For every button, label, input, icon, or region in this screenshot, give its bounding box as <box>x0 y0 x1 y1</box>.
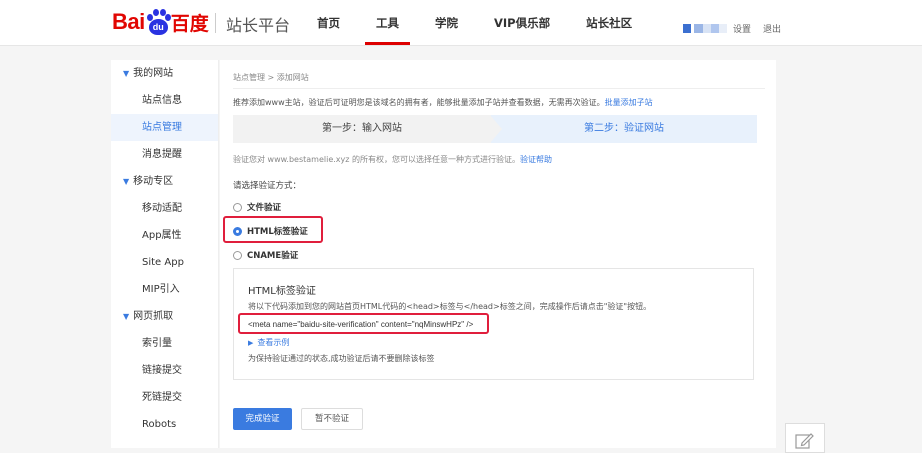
triangle-down-icon: ▼ <box>123 312 130 321</box>
radio-circle <box>233 202 242 212</box>
html-tag-box: HTML标签验证 将以下代码添加到您的网站首页HTML代码的<head>标签与<… <box>233 268 754 380</box>
intro-text: 推荐添加www主站，验证后可证明您是该域名的拥有者，能够批量添加子站并查看数据，… <box>233 98 653 107</box>
logo-bai: Bai <box>112 9 145 34</box>
triangle-down-icon: ▼ <box>123 177 130 186</box>
sidebar-item-index[interactable]: 索引量 <box>111 330 218 357</box>
logo-du: du <box>152 22 164 32</box>
user-area: 设置 退出 <box>683 22 793 35</box>
sidebar-group-crawl[interactable]: ▼ 网页抓取 <box>111 303 218 330</box>
logo-cn: 百度 <box>170 12 209 35</box>
sidebar-item-site-info[interactable]: 站点信息 <box>111 87 218 114</box>
verification-meta-code[interactable]: <meta name="baidu-site-verification" con… <box>248 320 473 329</box>
feedback-button[interactable] <box>785 423 825 453</box>
nav-home[interactable]: 首页 <box>306 0 351 46</box>
nav-community[interactable]: 站长社区 <box>575 0 643 46</box>
verify-note: 验证您对 www.bestamelie.xyz 的所有权，您可以选择任意一种方式… <box>233 155 553 164</box>
nav-tools[interactable]: 工具 <box>365 0 410 46</box>
sidebar-item-site-app[interactable]: Site App <box>111 249 218 276</box>
divider <box>233 88 765 89</box>
step-verify-site: 第二步：验证网站 <box>490 115 757 143</box>
sidebar-group-mobile[interactable]: ▼ 移动专区 <box>111 168 218 195</box>
top-bar: Bai du 百度 站长平台 首页 工具 学院 VIP俱乐部 站长社区 设置 退… <box>0 0 922 46</box>
radio-circle <box>233 250 242 260</box>
batch-add-link[interactable]: 批量添加子站 <box>605 98 653 107</box>
main-nav: 首页 工具 学院 VIP俱乐部 站长社区 <box>306 0 657 46</box>
breadcrumb: 站点管理 > 添加网站 <box>233 73 309 82</box>
radio-file-verify[interactable]: 文件验证 <box>233 201 281 213</box>
triangle-down-icon: ▼ <box>123 69 130 78</box>
main-panel: 站点管理 > 添加网站 推荐添加www主站，验证后可证明您是该域名的拥有者，能够… <box>220 60 776 448</box>
settings-link[interactable]: 设置 <box>733 22 751 35</box>
radio-circle-selected <box>233 226 242 236</box>
paw-icon: du <box>146 8 171 36</box>
sidebar-item-app-props[interactable]: App属性 <box>111 222 218 249</box>
complete-verify-button[interactable]: 完成验证 <box>233 408 292 430</box>
sidebar-item-mobile-adapt[interactable]: 移动适配 <box>111 195 218 222</box>
sidebar: ▼ 我的网站 站点信息 站点管理 消息提醒 ▼ 移动专区 移动适配 App属性 Si… <box>111 60 219 448</box>
logo-divider <box>215 13 216 33</box>
sidebar-item-link-submit[interactable]: 链接提交 <box>111 357 218 384</box>
sidebar-item-mip[interactable]: MIP引入 <box>111 276 218 303</box>
logout-link[interactable]: 退出 <box>763 22 781 35</box>
nav-academy[interactable]: 学院 <box>424 0 469 46</box>
nav-vip[interactable]: VIP俱乐部 <box>483 0 561 46</box>
box-description: 将以下代码添加到您的网站首页HTML代码的<head>标签与</head>标签之… <box>248 302 652 311</box>
sidebar-item-messages[interactable]: 消息提醒 <box>111 141 218 168</box>
triangle-right-icon: ▶ <box>248 339 254 347</box>
platform-title: 站长平台 <box>226 16 291 35</box>
radio-html-tag-verify[interactable]: HTML标签验证 <box>233 225 308 237</box>
choose-method-label: 请选择验证方式： <box>233 181 302 191</box>
step-input-site: 第一步：输入网站 <box>233 115 491 143</box>
radio-cname-verify[interactable]: CNAME验证 <box>233 249 298 261</box>
sidebar-item-deadlink[interactable]: 死链提交 <box>111 384 218 411</box>
steps-bar: 第一步：输入网站 第二步：验证网站 <box>233 115 757 143</box>
sidebar-item-site-manage[interactable]: 站点管理 <box>111 114 218 141</box>
sidebar-item-robots[interactable]: Robots <box>111 411 218 438</box>
keep-tag-note: 为保持验证通过的状态,成功验证后请不要删除该标签 <box>248 354 435 363</box>
baidu-logo[interactable]: Bai du 百度 <box>112 7 209 37</box>
sidebar-group-my-sites[interactable]: ▼ 我的网站 <box>111 60 218 87</box>
box-title: HTML标签验证 <box>248 286 316 297</box>
verify-help-link[interactable]: 验证帮助 <box>520 155 552 164</box>
skip-verify-button[interactable]: 暂不验证 <box>301 408 363 430</box>
username-blurred[interactable] <box>683 24 727 33</box>
view-example-link[interactable]: ▶ 查看示例 <box>248 337 289 348</box>
edit-icon <box>795 433 814 449</box>
